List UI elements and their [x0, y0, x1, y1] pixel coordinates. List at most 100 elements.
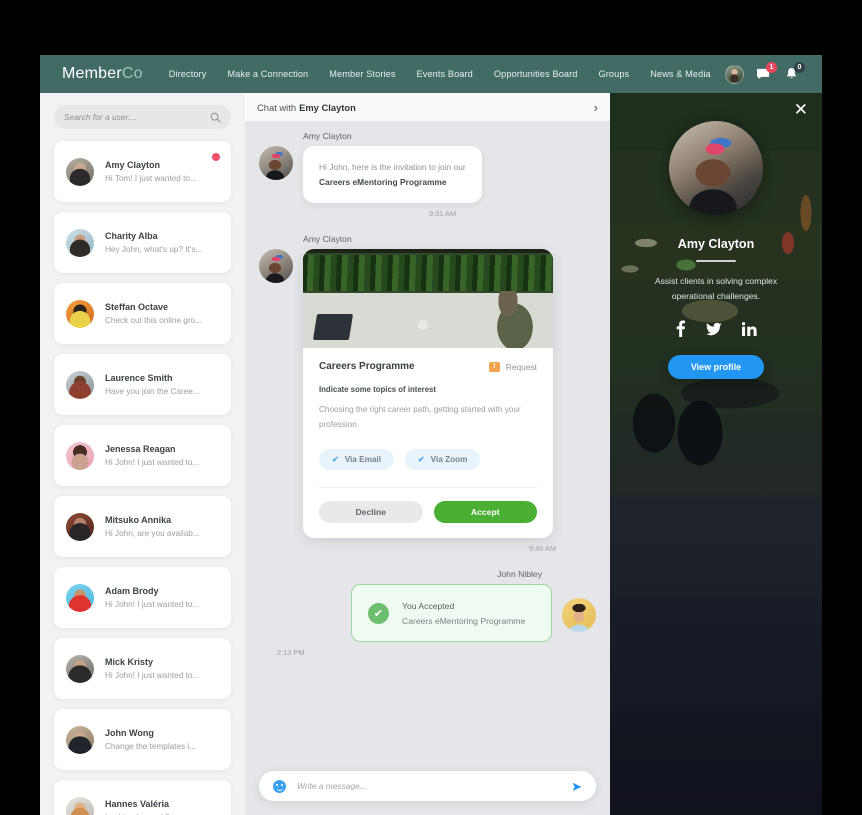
list-item[interactable]: Laurence Smith Have you join the Caree..…	[54, 354, 231, 415]
nav-link-opportunities-board[interactable]: Opportunities Board	[494, 69, 578, 79]
chat-header: Chat with Emy Clayton ›	[245, 93, 610, 121]
accepted-title: You Accepted	[402, 600, 455, 611]
notifications-button[interactable]: 0	[783, 61, 805, 83]
search-input[interactable]	[64, 112, 210, 122]
messages-button[interactable]: 1	[755, 61, 777, 83]
nav-links: Directory Make a Connection Member Stori…	[169, 69, 711, 79]
avatar	[66, 796, 94, 815]
decline-button[interactable]: Decline	[319, 501, 423, 524]
list-item-text: Laurence Smith Have you join the Caree..…	[105, 373, 200, 396]
nav-link-make-a-connection[interactable]: Make a Connection	[227, 69, 308, 79]
avatar	[66, 512, 94, 541]
contact-preview: Hi John, are you availab...	[105, 529, 200, 538]
message: ✔ You Accepted Careers eMentoring Progra…	[259, 584, 596, 643]
list-item[interactable]: Amy Clayton Hi Tom! I just wanted to...	[54, 141, 231, 202]
chip-via-zoom[interactable]: ✔ Via Zoom	[404, 449, 481, 471]
message-input[interactable]	[297, 781, 572, 791]
send-icon[interactable]: ➤	[571, 780, 582, 793]
status-badge: ! Request	[488, 361, 537, 372]
notifications-badge: 0	[794, 61, 805, 73]
list-item[interactable]: Mick Kristy Hi John! I just wanted to...	[54, 638, 231, 699]
contact-name: Mitsuko Annika	[105, 515, 172, 525]
message: Hi John, here is the invitation to join …	[259, 146, 596, 204]
message-sender: Amy Clayton	[303, 131, 352, 141]
avatar	[562, 598, 596, 633]
social-links	[610, 320, 822, 338]
contact-preview: Check out this online gro...	[105, 316, 202, 325]
contact-name: Steffan Octave	[105, 302, 169, 312]
twitter-icon[interactable]	[706, 320, 722, 337]
linkedin-icon[interactable]	[742, 320, 757, 337]
list-item-text: Jenessa Reagan Hi John! I just wanted to…	[105, 444, 199, 467]
list-item[interactable]: Jenessa Reagan Hi John! I just wanted to…	[54, 425, 231, 486]
avatar	[66, 441, 94, 470]
search-box[interactable]	[54, 105, 231, 129]
smiley-icon[interactable]	[273, 779, 286, 793]
card-header: Careers Programme ! Request	[319, 361, 537, 372]
accept-button[interactable]: Accept	[433, 501, 537, 524]
facebook-icon[interactable]	[675, 320, 686, 338]
nav-link-events-board[interactable]: Events Board	[417, 69, 473, 79]
avatar	[66, 228, 94, 257]
chip-label: Via Zoom	[430, 455, 468, 465]
avatar	[669, 121, 763, 215]
nav-link-member-stories[interactable]: Member Stories	[329, 69, 395, 79]
card-body: Careers Programme ! Request Indicate som…	[303, 348, 553, 538]
avatar	[66, 157, 94, 186]
card-description: Choosing the right career path, getting …	[319, 405, 521, 429]
list-item-text: Hannes Valéria Looking for work?	[105, 799, 170, 815]
list-item[interactable]: John Wong Change the templates i...	[54, 709, 231, 770]
avatar	[66, 299, 94, 328]
nav-link-news-and-media[interactable]: News & Media	[650, 69, 710, 79]
app-window: MemberCo Directory Make a Connection Mem…	[40, 55, 822, 815]
contact-name: Adam Brody	[105, 586, 159, 596]
close-icon[interactable]: ✕	[794, 101, 808, 118]
card-title: Careers Programme	[319, 361, 415, 373]
avatar	[66, 583, 94, 612]
message-composer[interactable]: ➤	[259, 771, 596, 801]
message-sender: Amy Clayton	[303, 234, 352, 245]
chevron-right-icon[interactable]: ›	[594, 101, 598, 114]
avatar	[66, 725, 94, 754]
list-item-text: Adam Brody Hi John! I just wanted to...	[105, 586, 199, 609]
list-item-text: Mitsuko Annika Hi John, are you availab.…	[105, 515, 200, 538]
avatar[interactable]	[725, 64, 744, 84]
check-icon: ✔	[332, 455, 339, 465]
nav-actions: 1 0	[725, 61, 808, 84]
list-item[interactable]: Charity Alba Hey John, what's up? It's..…	[54, 212, 231, 273]
contact-name: Amy Clayton	[105, 160, 161, 170]
list-item[interactable]: Steffan Octave Check out this online gro…	[54, 283, 231, 344]
view-profile-button[interactable]: View profile	[667, 355, 765, 380]
chat-panel: Chat with Emy Clayton › Amy Clayton Hi J…	[245, 93, 610, 815]
contact-name: Hannes Valéria	[105, 799, 170, 809]
chat-messages[interactable]: Amy Clayton Hi John, here is the invitat…	[245, 121, 610, 771]
message-timestamp: 2:13 PM	[277, 648, 305, 658]
brand-logo[interactable]: MemberCo	[62, 65, 143, 83]
accepted-banner: ✔ You Accepted Careers eMentoring Progra…	[351, 584, 552, 643]
list-item[interactable]: Hannes Valéria Looking for work?	[54, 780, 231, 815]
avatar	[66, 370, 94, 399]
accepted-text: You Accepted Careers eMentoring Programm…	[402, 601, 525, 626]
topic-chips: ✔ Via Email ✔ Via Zoom	[319, 449, 537, 471]
list-item[interactable]: Mitsuko Annika Hi John, are you availab.…	[54, 496, 231, 557]
avatar	[259, 146, 293, 180]
list-item-text: Mick Kristy Hi John! I just wanted to...	[105, 657, 199, 680]
profile-name: Amy Clayton	[677, 237, 755, 251]
card-subtitle: Indicate some topics of interest	[319, 385, 436, 395]
chip-via-email[interactable]: ✔ Via Email	[319, 449, 394, 471]
card-actions: Decline Accept	[319, 501, 537, 524]
invitation-card: Careers Programme ! Request Indicate som…	[303, 249, 553, 539]
contact-preview: Hi Tom! I just wanted to...	[105, 174, 197, 183]
divider	[319, 487, 537, 489]
contact-preview: Have you join the Caree...	[105, 387, 200, 396]
contact-name: Mick Kristy	[105, 657, 154, 667]
contact-name: Charity Alba	[105, 231, 158, 241]
brand-logo-accent: Co	[121, 65, 143, 82]
profile-panel: ✕ Amy Clayton Assist clients in solving …	[610, 93, 822, 815]
list-item-text: John Wong Change the templates i...	[105, 728, 196, 751]
nav-link-directory[interactable]: Directory	[169, 69, 207, 79]
check-icon: ✔	[417, 455, 425, 465]
nav-link-groups[interactable]: Groups	[599, 69, 630, 79]
list-item-text: Steffan Octave Check out this online gro…	[105, 302, 202, 325]
list-item[interactable]: Adam Brody Hi John! I just wanted to...	[54, 567, 231, 628]
